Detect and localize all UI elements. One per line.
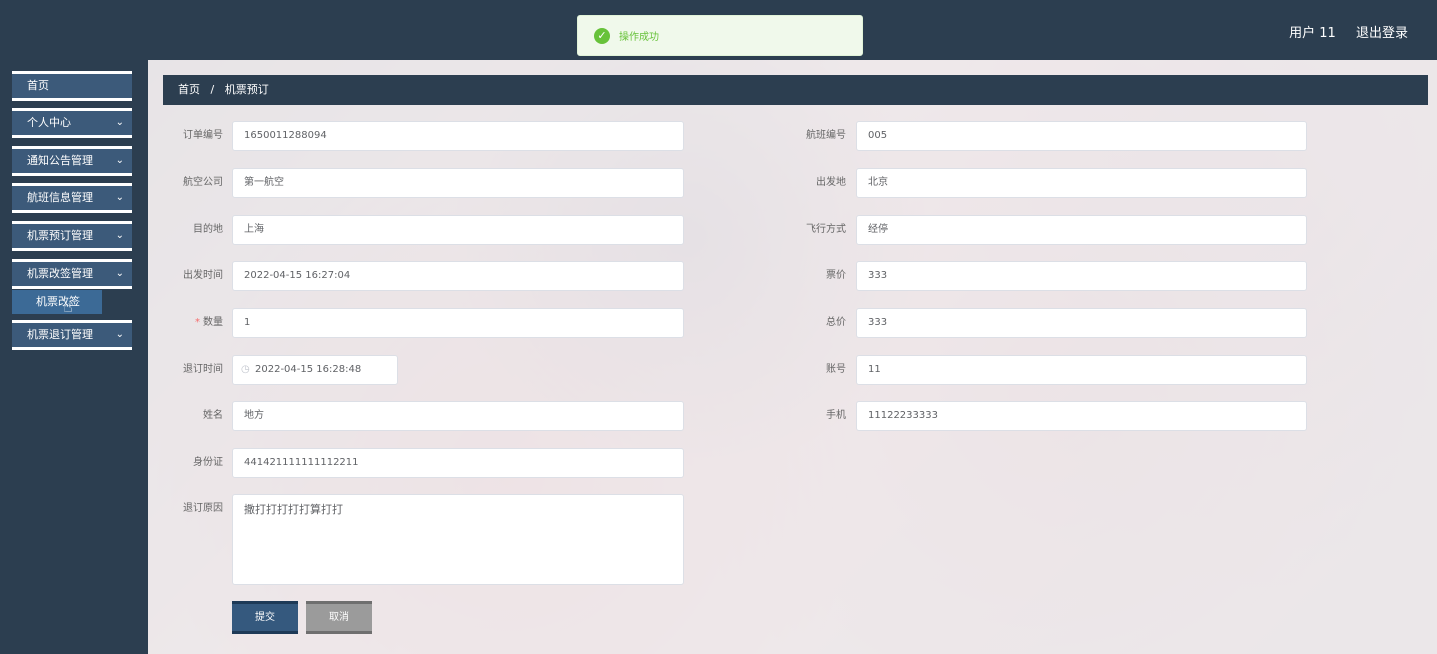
flight-no-input[interactable]: 005 [856, 121, 1307, 151]
cancel-button[interactable]: 取消 [306, 601, 372, 634]
cancel-time-label: 退订时间 [183, 364, 223, 375]
chevron-down-icon: ⌄ [115, 155, 124, 166]
name-label: 姓名 [203, 410, 223, 421]
sidebar-item-notice[interactable]: 通知公告管理 ⌄ [12, 146, 132, 176]
sidebar-item-label: 通知公告管理 [27, 154, 93, 167]
username: 用户 11 [1289, 26, 1336, 41]
reason-textarea[interactable]: 撒打打打打打算打打 [232, 494, 684, 585]
user-area: 用户 11 退出登录 [1289, 22, 1408, 41]
departure-label: 出发地 [816, 177, 846, 188]
destination-input[interactable]: 上海 [232, 215, 684, 245]
airline-label: 航空公司 [183, 177, 223, 188]
flight-mode-input[interactable]: 经停 [856, 215, 1307, 245]
cancel-time-value: 2022-04-15 16:28:48 [255, 364, 362, 375]
required-mark: * [195, 317, 200, 328]
id-card-input[interactable]: 441421111111112211 [232, 448, 684, 478]
submenu-item-rebooking[interactable]: 机票改签 [12, 290, 102, 314]
sidebar-item-home[interactable]: 首页 [12, 71, 132, 101]
submenu-item-label: 机票改签 [36, 295, 80, 308]
chevron-down-icon: ⌄ [115, 329, 124, 340]
reason-label: 退订原因 [183, 503, 223, 514]
total-input[interactable]: 333 [856, 308, 1307, 338]
toast-message: 操作成功 [619, 32, 659, 43]
sidebar-item-label: 机票退订管理 [27, 328, 93, 341]
chevron-down-icon: ⌄ [115, 117, 124, 128]
flight-no-label: 航班编号 [806, 130, 846, 141]
quantity-label: * 数量 [168, 308, 223, 338]
quantity-label-text: 数量 [203, 317, 223, 328]
total-label: 总价 [826, 317, 846, 328]
destination-label: 目的地 [193, 224, 223, 235]
departure-input[interactable]: 北京 [856, 168, 1307, 198]
chevron-down-icon: ⌄ [115, 192, 124, 203]
top-header: ✓ 操作成功 用户 11 退出登录 [0, 0, 1437, 60]
check-circle-icon: ✓ [594, 27, 610, 44]
flight-mode-label: 飞行方式 [806, 224, 846, 235]
sidebar-item-refund[interactable]: 机票退订管理 ⌄ [12, 320, 132, 350]
breadcrumb-separator: / [210, 83, 215, 96]
chevron-down-icon: ⌄ [115, 268, 124, 279]
phone-label: 手机 [826, 410, 846, 421]
price-input[interactable]: 333 [856, 261, 1307, 291]
account-input[interactable]: 11 [856, 355, 1307, 385]
price-label: 票价 [826, 270, 846, 281]
logout-link[interactable]: 退出登录 [1356, 26, 1408, 41]
sidebar-item-label: 机票预订管理 [27, 229, 93, 242]
hand-cursor-icon: ☝ [63, 297, 73, 316]
submit-button[interactable]: 提交 [232, 601, 298, 634]
sidebar-item-flight-info[interactable]: 航班信息管理 ⌄ [12, 183, 132, 213]
quantity-input[interactable]: 1 [232, 308, 684, 338]
sidebar-item-booking[interactable]: 机票预订管理 ⌄ [12, 221, 132, 251]
phone-input[interactable]: 11122233333 [856, 401, 1307, 431]
main-content: 首页 / 机票预订 订单编号 1650011288094 航班编号 005 航空… [148, 60, 1437, 654]
depart-time-label: 出发时间 [183, 270, 223, 281]
sidebar-item-label: 机票改签管理 [27, 267, 93, 280]
sidebar-item-personal-center[interactable]: 个人中心 ⌄ [12, 108, 132, 138]
order-no-label: 订单编号 [183, 130, 223, 141]
breadcrumb-home[interactable]: 首页 [178, 83, 200, 96]
order-no-input[interactable]: 1650011288094 [232, 121, 684, 151]
sidebar-item-label: 个人中心 [27, 116, 71, 129]
chevron-down-icon: ⌄ [115, 230, 124, 241]
depart-time-input[interactable]: 2022-04-15 16:27:04 [232, 261, 684, 291]
breadcrumb: 首页 / 机票预订 [163, 75, 1428, 105]
sidebar-item-rebooking[interactable]: 机票改签管理 ⌄ [12, 259, 132, 289]
name-input[interactable]: 地方 [232, 401, 684, 431]
sidebar-item-label: 航班信息管理 [27, 191, 93, 204]
airline-input[interactable]: 第一航空 [232, 168, 684, 198]
account-label: 账号 [826, 364, 846, 375]
success-toast: ✓ 操作成功 [577, 15, 863, 56]
sidebar: 首页 个人中心 ⌄ 通知公告管理 ⌄ 航班信息管理 ⌄ 机票预订管理 ⌄ 机票改… [0, 60, 148, 654]
breadcrumb-current: 机票预订 [224, 83, 269, 96]
sidebar-item-label: 首页 [27, 79, 49, 92]
id-card-label: 身份证 [193, 457, 223, 468]
cancel-time-picker[interactable]: ◷ 2022-04-15 16:28:48 [232, 355, 398, 385]
clock-icon: ◷ [241, 364, 250, 375]
